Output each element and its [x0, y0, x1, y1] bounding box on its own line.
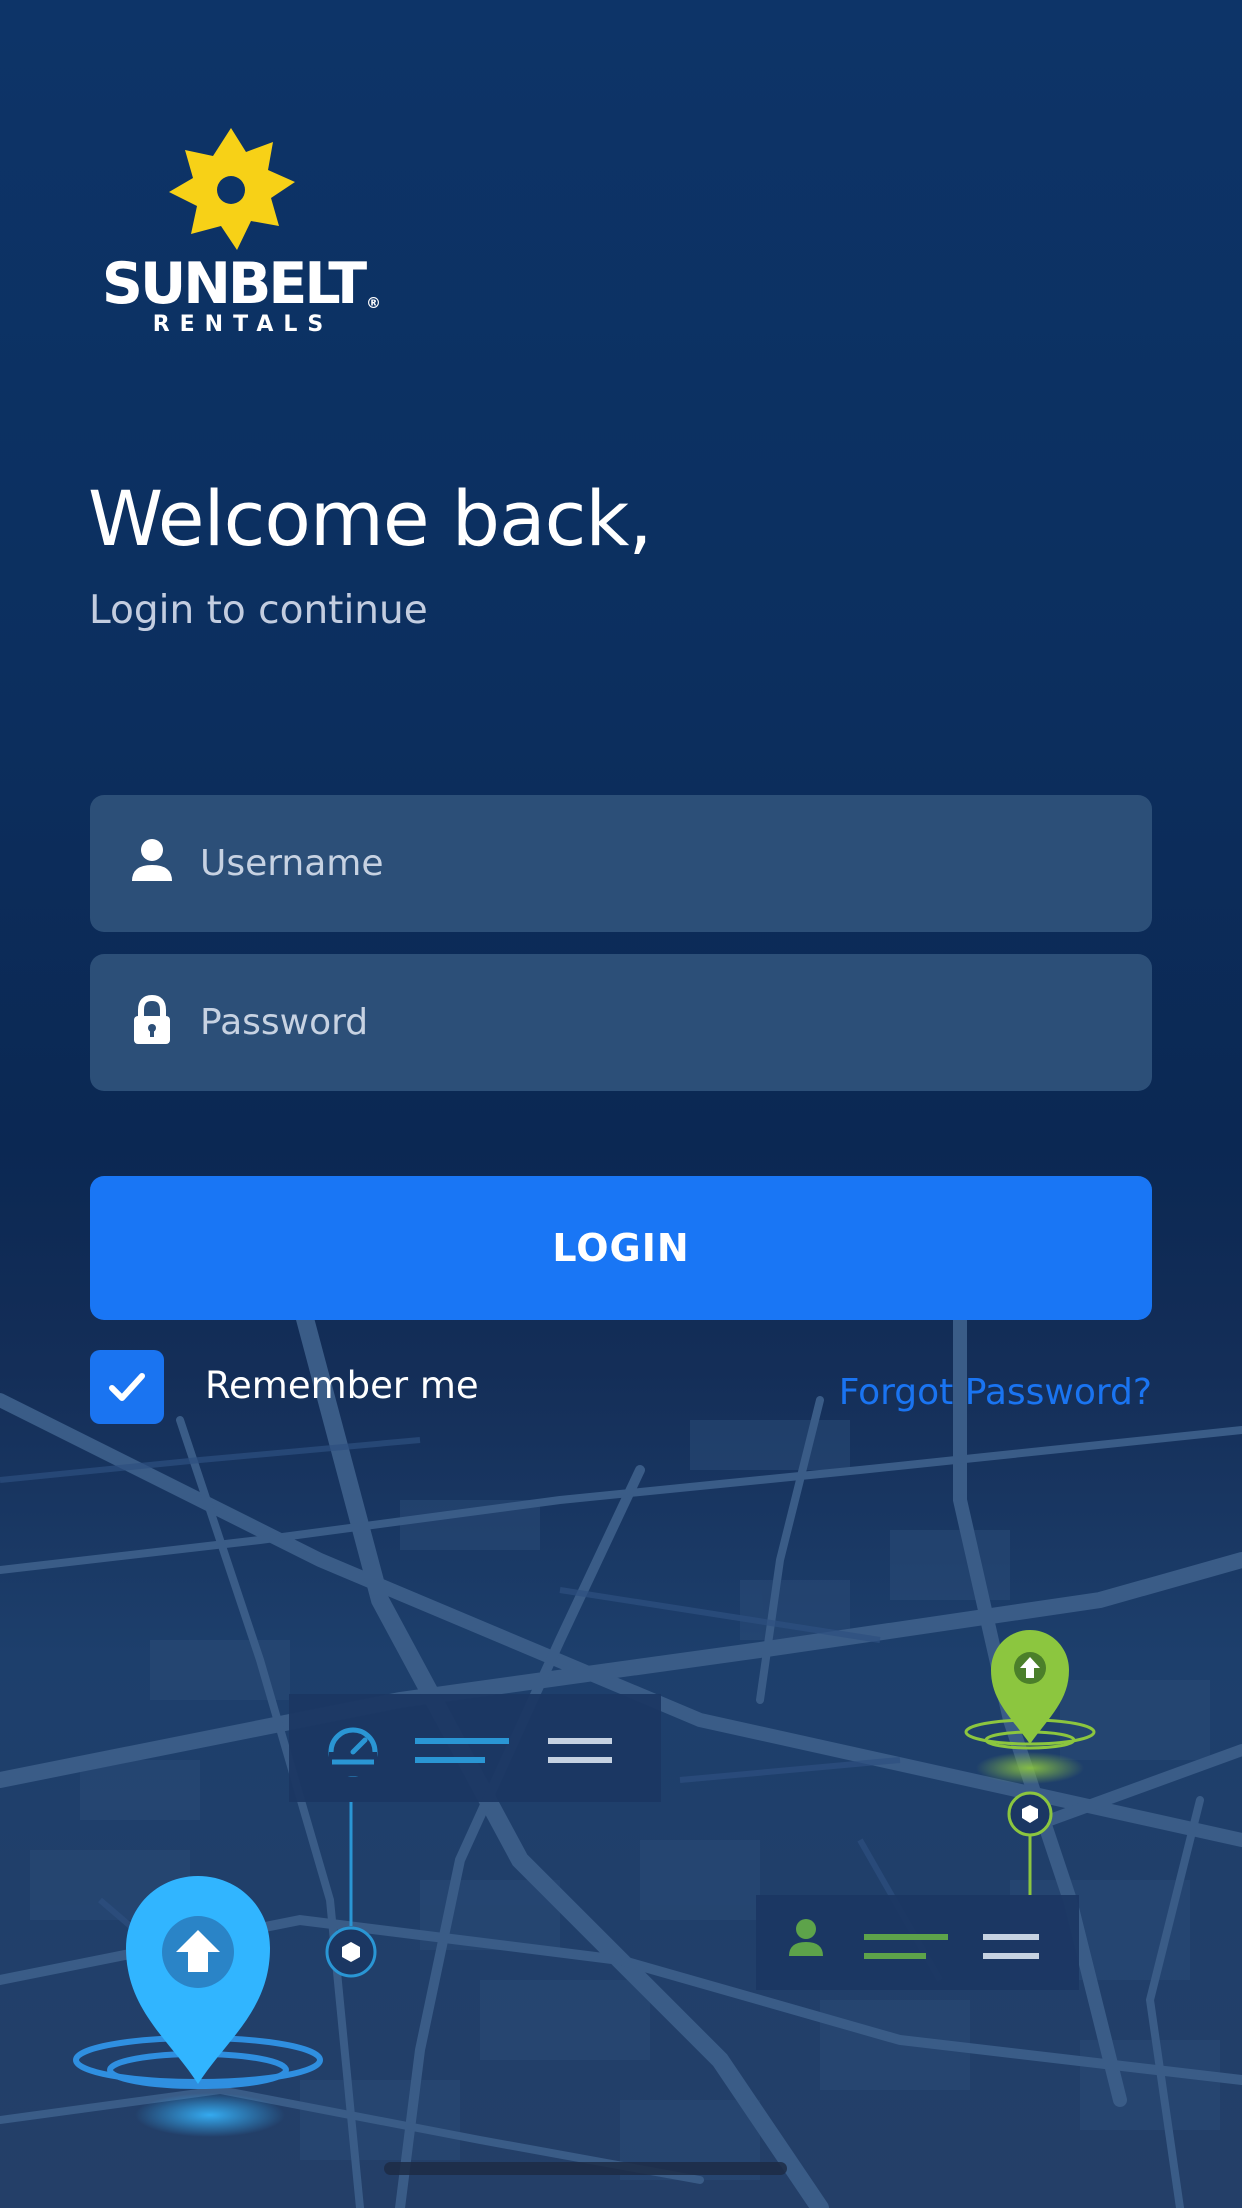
username-input[interactable]: [200, 795, 1120, 932]
home-indicator[interactable]: [384, 2162, 787, 2175]
registered-mark: ®: [366, 294, 381, 312]
sun-icon: [169, 128, 295, 250]
sunbelt-logo: SUNBELT ® RENTALS: [88, 122, 388, 340]
login-screen: SUNBELT ® RENTALS Welcome back, Login to…: [0, 0, 1242, 2208]
map-illustration: [0, 1300, 1242, 2208]
password-input[interactable]: [200, 954, 1120, 1091]
username-field[interactable]: [90, 795, 1152, 932]
login-button[interactable]: LOGIN: [90, 1176, 1152, 1320]
remember-me-label[interactable]: Remember me: [205, 1364, 479, 1407]
forgot-password-link[interactable]: Forgot Password?: [839, 1372, 1152, 1413]
lock-icon: [134, 994, 170, 1044]
logo-subtext: RENTALS: [152, 312, 334, 337]
user-icon: [132, 839, 172, 881]
checkmark-icon: [109, 1373, 145, 1401]
page-title: Welcome back,: [88, 474, 653, 563]
page-subtitle: Login to continue: [89, 588, 428, 633]
remember-me-checkbox[interactable]: [90, 1350, 164, 1424]
logo-wordmark: SUNBELT: [101, 251, 367, 317]
password-field[interactable]: [90, 954, 1152, 1091]
